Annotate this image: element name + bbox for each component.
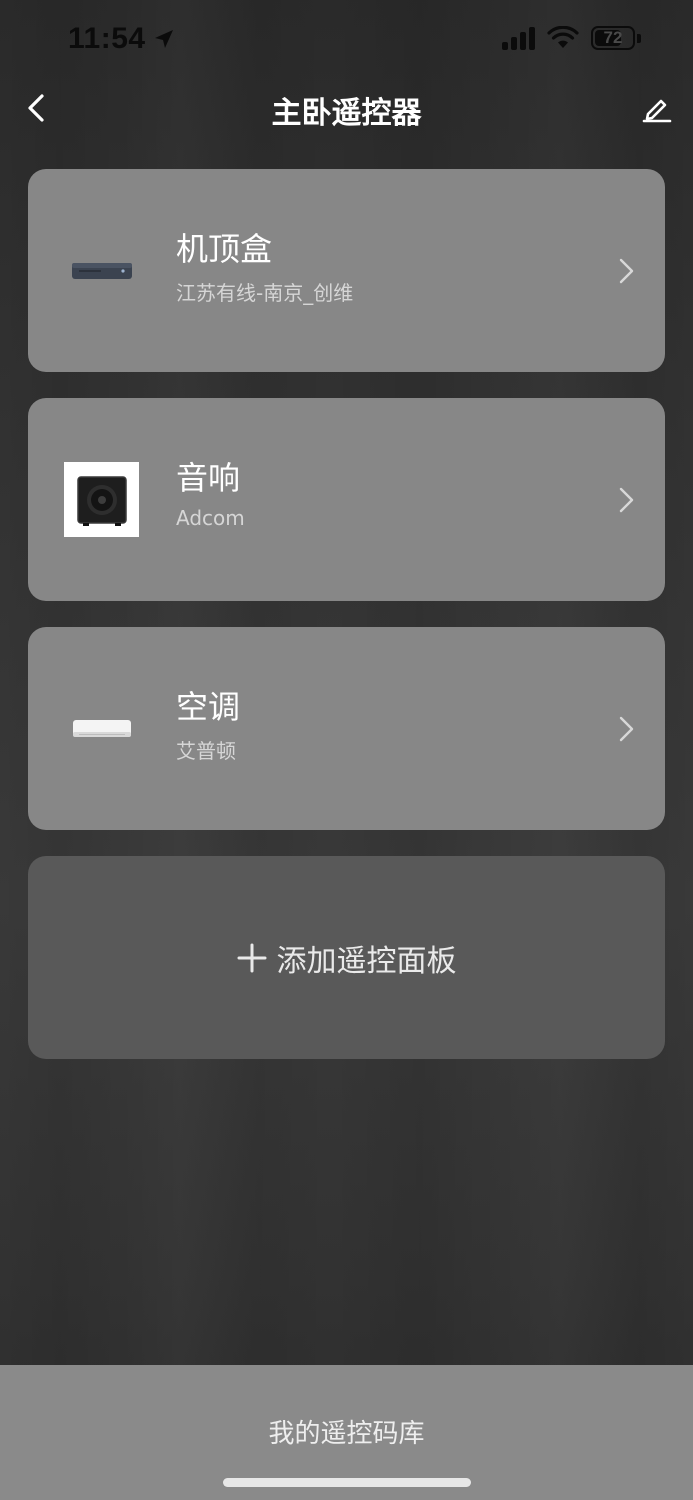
location-arrow-icon (154, 30, 173, 48)
status-time-text: 11:54 (68, 22, 146, 55)
device-card-text: 音响 Adcom (176, 456, 245, 530)
air-conditioner-icon (64, 691, 139, 766)
chevron-right-icon (619, 487, 634, 513)
bottom-bar: 我的遥控码库 (0, 1365, 693, 1500)
plus-icon (237, 943, 266, 972)
nav-bar: 主卧遥控器 (0, 80, 693, 136)
my-remote-code-library-button[interactable]: 我的遥控码库 (0, 1413, 693, 1450)
device-card-set-top-box[interactable]: 机顶盒 江苏有线-南京_创维 (28, 169, 665, 372)
speaker-icon (64, 462, 139, 537)
device-subtitle: 江苏有线-南京_创维 (176, 281, 354, 305)
cellular-signal-icon (502, 26, 535, 50)
device-list: 机顶盒 江苏有线-南京_创维 音响 Adcom 空调 艾普顿 (28, 169, 665, 856)
device-card-text: 空调 艾普顿 (176, 685, 240, 764)
battery-icon: 72 (591, 26, 635, 50)
status-time: 11:54 (68, 22, 176, 56)
add-remote-panel-label: 添加遥控面板 (276, 943, 457, 979)
page-title: 主卧遥控器 (271, 96, 422, 131)
battery-level: 72 (603, 28, 623, 47)
edit-button[interactable] (641, 92, 673, 124)
device-title: 机顶盒 (176, 230, 273, 268)
device-title: 空调 (176, 688, 241, 726)
device-subtitle: Adcom (176, 506, 245, 530)
status-bar: 11:54 72 (0, 0, 693, 80)
device-card-speaker[interactable]: 音响 Adcom (28, 398, 665, 601)
chevron-right-icon (619, 258, 634, 284)
battery-cap (637, 33, 641, 43)
pencil-icon (642, 99, 672, 123)
device-card-air-conditioner[interactable]: 空调 艾普顿 (28, 627, 665, 830)
home-indicator (223, 1478, 471, 1487)
device-card-text: 机顶盒 江苏有线-南京_创维 (176, 227, 353, 306)
status-indicators: 72 (502, 26, 641, 50)
add-remote-panel-button[interactable]: 添加遥控面板 (28, 856, 665, 1059)
chevron-right-icon (619, 716, 634, 742)
device-subtitle: 艾普顿 (176, 739, 236, 763)
wifi-icon (547, 26, 579, 48)
set-top-box-icon (64, 233, 139, 308)
device-title: 音响 (176, 459, 241, 497)
